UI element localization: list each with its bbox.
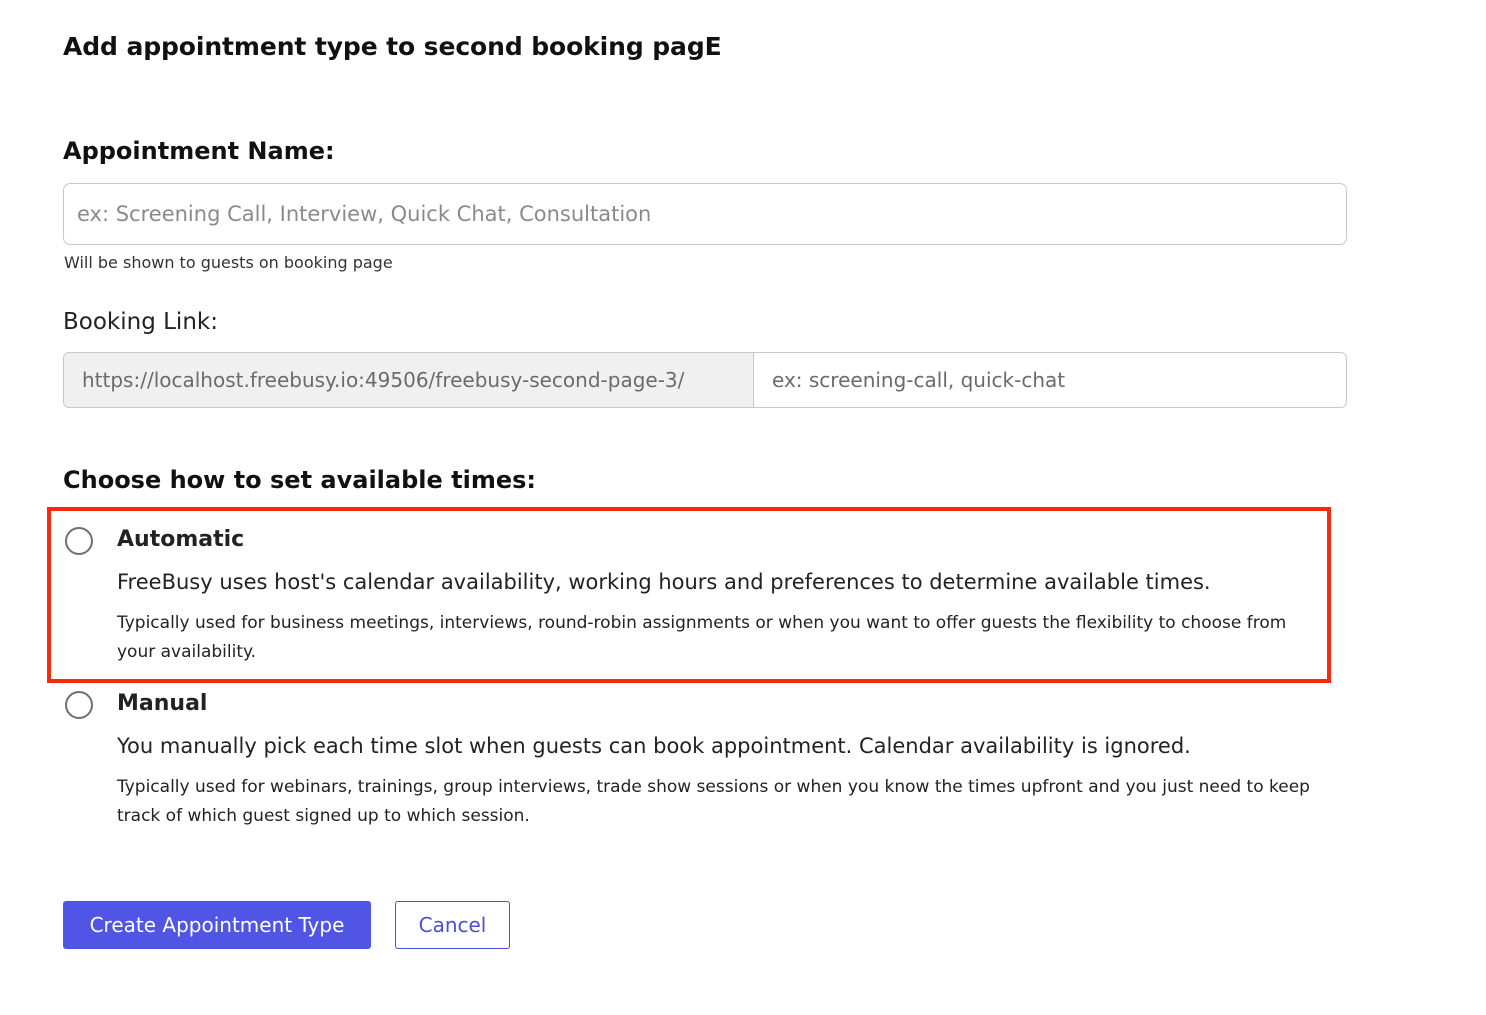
manual-radio[interactable] (65, 691, 93, 719)
booking-link-label: Booking Link: (63, 309, 218, 335)
manual-option-description: You manually pick each time slot when gu… (117, 734, 1191, 758)
create-appointment-type-button[interactable]: Create Appointment Type (63, 901, 371, 949)
booking-link-group: https://localhost.freebusy.io:49506/free… (63, 352, 1347, 408)
automatic-option-note: Typically used for business meetings, in… (117, 613, 1287, 662)
booking-link-slug-input[interactable] (754, 353, 1346, 407)
manual-option-label[interactable]: Manual (117, 691, 207, 716)
manual-option-note: Typically used for webinars, trainings, … (117, 777, 1310, 826)
automatic-option-label[interactable]: Automatic (117, 527, 244, 552)
page: Add appointment type to second booking p… (0, 0, 1486, 1015)
appointment-name-input[interactable] (63, 183, 1347, 245)
automatic-radio[interactable] (65, 527, 93, 555)
availability-section-title: Choose how to set available times: (63, 466, 536, 494)
page-title: Add appointment type to second booking p… (63, 32, 722, 61)
appointment-name-hint: Will be shown to guests on booking page (64, 253, 393, 272)
cancel-button[interactable]: Cancel (395, 901, 510, 949)
booking-link-prefix: https://localhost.freebusy.io:49506/free… (64, 353, 754, 407)
automatic-option-description: FreeBusy uses host's calendar availabili… (117, 570, 1211, 594)
appointment-name-label: Appointment Name: (63, 137, 335, 165)
